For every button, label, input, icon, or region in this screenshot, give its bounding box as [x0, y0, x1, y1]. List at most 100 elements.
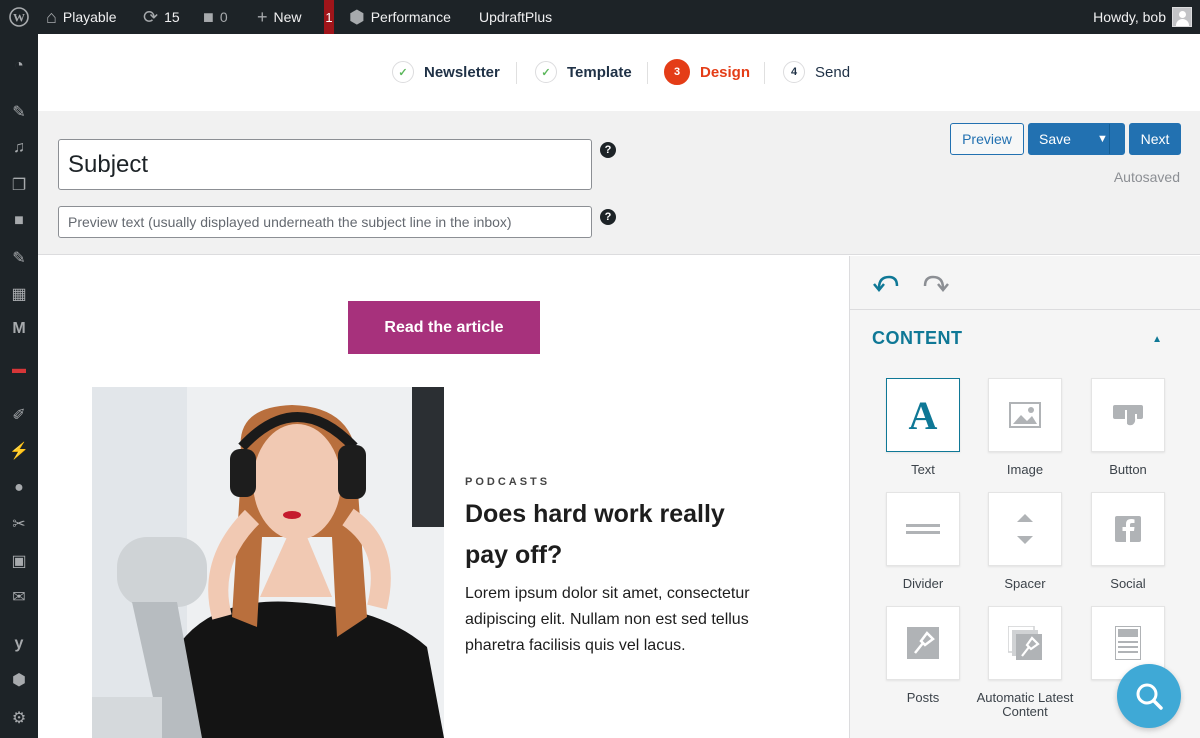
updates-count: 15	[164, 9, 180, 25]
spacer-block[interactable]	[988, 492, 1062, 566]
settings-grid-icon[interactable]: ▣	[8, 550, 30, 572]
comments-icon[interactable]: ■	[8, 210, 30, 232]
pages-icon[interactable]: ❐	[8, 174, 30, 196]
chevron-down-icon[interactable]: ▼	[1097, 133, 1108, 145]
preview-button[interactable]: Preview	[950, 123, 1024, 155]
gear-icon[interactable]: ⚙	[8, 707, 30, 729]
preview-text-field[interactable]: Preview text (usually displayed undernea…	[58, 206, 592, 238]
appearance-icon[interactable]: ✐	[8, 404, 30, 426]
step-send[interactable]: 4 Send	[783, 60, 850, 84]
image-block[interactable]	[988, 378, 1062, 452]
step-navigation: ✓ Newsletter ✓ Template 3 Design 4 Send	[38, 34, 1200, 111]
step-number: 3	[664, 59, 690, 85]
posts-icon	[907, 627, 939, 659]
step-newsletter[interactable]: ✓ Newsletter	[392, 60, 500, 84]
help-search-button[interactable]	[1117, 664, 1181, 728]
users-icon[interactable]: ●	[8, 477, 30, 499]
help-icon[interactable]: ?	[600, 142, 616, 158]
media-icon[interactable]: ♫	[8, 137, 30, 159]
mailpoet-active-icon[interactable]: ▬	[8, 357, 30, 379]
social-icon	[1115, 516, 1141, 542]
posts-block[interactable]	[886, 606, 960, 680]
step-label: Send	[815, 63, 851, 81]
updates-menu[interactable]: ⟳ 15	[143, 0, 180, 34]
mailpoet-icon[interactable]: M	[8, 318, 30, 340]
comments-count: 0	[219, 9, 228, 25]
button-icon	[1113, 405, 1143, 428]
step-label: Newsletter	[424, 63, 500, 81]
collapse-arrow-icon[interactable]: ▲	[1152, 334, 1162, 345]
svg-text:W: W	[13, 11, 25, 25]
article-headline: Does hard work really pay off?	[465, 500, 725, 569]
history-bar	[850, 256, 1200, 310]
new-label: New	[273, 9, 302, 25]
updraft-label: UpdraftPlus	[479, 9, 553, 25]
block-label: Text	[911, 462, 935, 477]
block-label: Image	[1006, 462, 1044, 477]
comments-menu[interactable]: ■ 0	[203, 0, 228, 34]
check-icon: ✓	[392, 61, 414, 83]
divider-icon	[906, 524, 940, 534]
automatic-latest-content-icon	[1008, 626, 1042, 660]
performance-icon: ⬢	[349, 7, 365, 27]
admin-sidebar: ◔ ✎ ♫ ❐ ■ ✎ ▦ M ▬ ✐ ⚡ ● ✂ ▣ ✉ y ⬢ ⚙	[0, 34, 38, 738]
social-block[interactable]	[1091, 492, 1165, 566]
check-icon: ✓	[535, 61, 557, 83]
site-menu[interactable]: ⌂ Playable	[46, 0, 117, 34]
read-article-button[interactable]: Read the article	[348, 301, 540, 354]
article-body: Lorem ipsum dolor sit amet, consectetur …	[465, 585, 750, 654]
refresh-icon: ⟳	[143, 7, 159, 27]
panel-title: CONTENT	[872, 328, 963, 348]
account-menu[interactable]: Howdy, bob	[1093, 0, 1166, 34]
comment-icon: ■	[203, 7, 214, 27]
undo-icon[interactable]	[872, 270, 902, 296]
redo-icon[interactable]	[920, 270, 950, 296]
performance-menu[interactable]: ⬢ Performance	[349, 0, 451, 34]
block-label: Automatic Latest Content	[976, 690, 1074, 719]
dashboard-icon[interactable]: ◔	[8, 55, 30, 77]
spacer-icon	[1017, 514, 1033, 544]
step-design[interactable]: 3 Design	[664, 59, 751, 85]
avatar[interactable]	[1172, 7, 1192, 27]
plus-icon: +	[257, 7, 268, 27]
blocks-icon[interactable]: ▦	[8, 283, 30, 305]
notice-badge[interactable]: 1	[324, 0, 334, 34]
updraft-menu[interactable]: UpdraftPlus	[479, 0, 552, 34]
save-button[interactable]: Save ▼	[1028, 123, 1125, 155]
search-icon	[1136, 683, 1163, 710]
text-icon: A	[908, 392, 938, 438]
cube-icon[interactable]: ⬢	[8, 669, 30, 691]
email-canvas[interactable]: Read the article PODCASTS Does hard work…	[38, 256, 849, 738]
podcast-photo[interactable]	[92, 387, 444, 738]
article-kicker: PODCASTS	[465, 476, 551, 488]
block-label: Divider	[902, 576, 944, 591]
subject-field[interactable]: Subject	[58, 139, 592, 190]
yoast-icon[interactable]: y	[8, 633, 30, 655]
plugins-icon[interactable]: ⚡	[8, 440, 30, 462]
divider-block[interactable]	[886, 492, 960, 566]
wordpress-logo-icon[interactable]: W	[9, 0, 29, 34]
mail-icon[interactable]: ✉	[8, 586, 30, 608]
step-divider	[516, 62, 517, 84]
tools-icon[interactable]: ✂	[8, 513, 30, 535]
home-icon: ⌂	[46, 7, 57, 27]
save-divider	[1109, 124, 1110, 154]
pin-icon[interactable]: ✎	[8, 101, 30, 123]
step-divider	[647, 62, 648, 84]
block-label: Posts	[906, 690, 940, 705]
subject-bar: Subject ? Preview text (usually displaye…	[38, 111, 1200, 255]
step-label: Design	[700, 63, 751, 81]
button-block[interactable]	[1091, 378, 1165, 452]
step-number: 4	[783, 61, 805, 83]
new-content-menu[interactable]: + New	[257, 0, 302, 34]
help-icon[interactable]: ?	[600, 209, 616, 225]
block-label: Button	[1109, 462, 1147, 477]
admin-bar: W ⌂ Playable ⟳ 15 ■ 0 + New 1 ⬢ Performa…	[0, 0, 1200, 34]
greeting: Howdy, bob	[1093, 9, 1166, 25]
header-icon	[1115, 626, 1141, 660]
text-block[interactable]: A	[886, 378, 960, 452]
step-template[interactable]: ✓ Template	[535, 60, 632, 84]
automatic-latest-content-block[interactable]	[988, 606, 1062, 680]
next-button[interactable]: Next	[1129, 123, 1181, 155]
pin-icon[interactable]: ✎	[8, 247, 30, 269]
